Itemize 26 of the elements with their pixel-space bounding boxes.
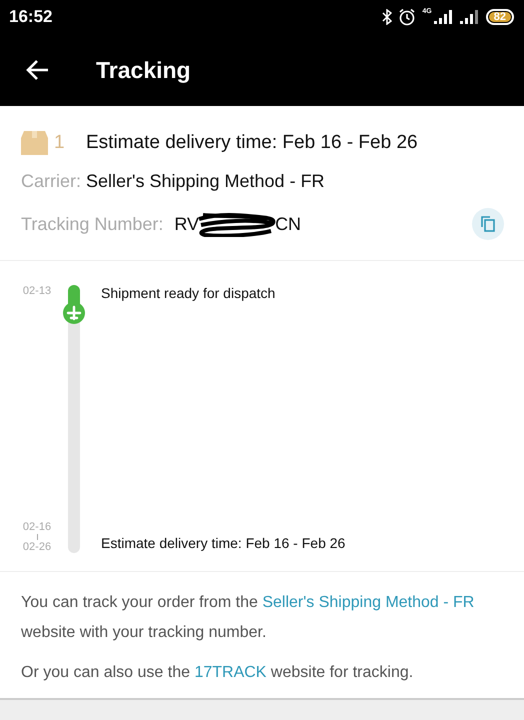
delivery-estimate: Estimate delivery time: Feb 16 - Feb 26: [86, 132, 418, 154]
clock-time: 16:52: [9, 7, 52, 27]
signal-icon: [434, 10, 454, 24]
package-count: 1: [54, 132, 66, 154]
website-link[interactable]: 17TRACK: [194, 664, 266, 681]
tracking-number: RV: [174, 214, 200, 234]
signal-icon: [460, 10, 480, 24]
alarm-icon: [398, 8, 416, 26]
tracking-label: Tracking Number:: [21, 214, 164, 234]
package-icon: [21, 131, 48, 155]
bluetooth-icon: [382, 9, 392, 25]
carrier-label: Carrier:: [21, 171, 82, 192]
copy-icon: [481, 216, 495, 232]
website-link[interactable]: Seller's Shipping Method - FR: [262, 594, 474, 611]
event-date: 02-13: [22, 285, 52, 297]
screen-title: Tracking: [96, 56, 191, 84]
help-text: You can track your order from the Seller's Shipping Method - FR website with your tracking number.: [21, 593, 476, 643]
carrier-name: Seller's Shipping Method - FR: [86, 171, 325, 192]
event-date: 02-16: [22, 521, 52, 533]
help-text: Or you can also use the 17TRACK website for tracking.: [21, 663, 414, 683]
tracking-number: CN: [275, 214, 302, 234]
copy-button[interactable]: [472, 208, 504, 240]
event-date: 02-26: [22, 541, 52, 553]
event-description: Estimate delivery time: Feb 16 - Feb 26: [101, 535, 346, 551]
event-description: Shipment ready for dispatch: [101, 285, 276, 301]
battery-indicator: 82: [486, 9, 514, 25]
